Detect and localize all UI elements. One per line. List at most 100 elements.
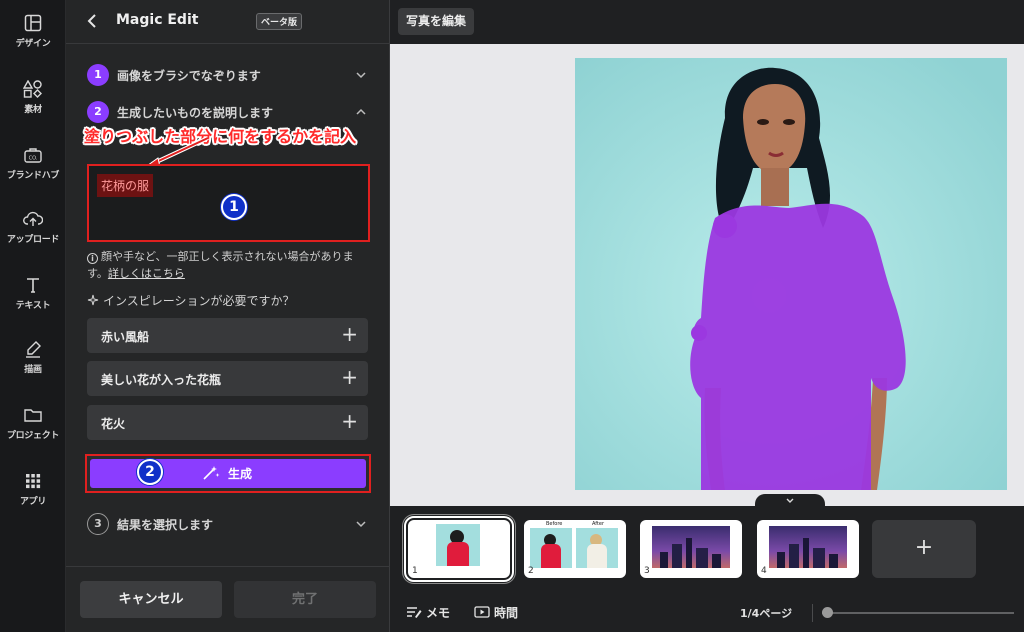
add-page-button[interactable]: +	[872, 520, 976, 578]
inspiration-text: インスピレーションが必要ですか？	[103, 294, 295, 308]
zoom-slider-handle[interactable]	[822, 607, 833, 618]
side-rail: デザイン 素材 CO. ブランドハブ アップロード テキスト 描画 プロジェクト	[0, 0, 66, 632]
page-thumb[interactable]: 3	[640, 520, 742, 578]
apps-icon	[26, 474, 41, 489]
thumb-after-image	[576, 528, 618, 568]
rail-item-design[interactable]: デザイン	[0, 14, 66, 64]
panel-title: Magic Edit	[116, 12, 199, 28]
suggestion-label: 美しい花が入った花瓶	[101, 373, 222, 387]
editor-footer: メモ 時間 1/4ページ	[390, 592, 1024, 632]
layout-icon	[24, 14, 42, 32]
brand-icon: CO.	[24, 148, 42, 163]
edit-photo-button[interactable]: 写真を編集	[398, 8, 475, 35]
zoom-slider[interactable]	[822, 612, 1014, 614]
chevron-down-icon	[786, 498, 794, 503]
chevron-up-icon	[356, 108, 366, 115]
suggestion-label: 花火	[101, 417, 126, 431]
notes-label: メモ	[426, 606, 451, 620]
notice-text: i 顔や手など、一部正しく表示されない場合がありま す。詳しくはこちら	[87, 248, 370, 282]
page-thumb[interactable]: Before After 2	[524, 520, 626, 578]
cancel-button[interactable]: キャンセル	[80, 581, 222, 618]
elements-icon	[23, 80, 42, 98]
plus-icon: +	[341, 365, 358, 389]
step-number: 3	[87, 513, 109, 535]
thumb-city-image	[769, 526, 847, 568]
panel-footer: キャンセル 完了	[66, 566, 390, 632]
generate-button[interactable]: 生成	[90, 459, 366, 488]
editor-toolbar: 写真を編集	[390, 0, 1024, 44]
notice-line: 顔や手など、一部正しく表示されない場合がありま	[101, 250, 354, 263]
rail-label: アップロード	[6, 235, 60, 245]
page-thumb[interactable]: 1	[404, 516, 514, 582]
model-photo	[575, 58, 1007, 490]
suggestion-label: 赤い風船	[101, 330, 150, 344]
done-button[interactable]: 完了	[234, 581, 376, 618]
step-1[interactable]: 1 画像をブラシでなぞります	[87, 63, 368, 89]
page-number: 3	[644, 566, 650, 576]
design-canvas[interactable]	[390, 44, 1024, 506]
magic-wand-icon	[203, 466, 220, 480]
notes-button[interactable]: メモ	[406, 604, 450, 621]
prompt-text: 花柄の服	[97, 174, 154, 197]
rail-item-draw[interactable]: 描画	[0, 340, 66, 390]
svg-text:CO.: CO.	[29, 156, 38, 162]
suggestion-item[interactable]: 赤い風船 +	[87, 318, 368, 353]
text-icon	[27, 278, 39, 293]
rail-item-text[interactable]: テキスト	[0, 276, 66, 326]
page-number: 2	[528, 566, 534, 576]
step-number: 2	[87, 101, 109, 123]
step-badge-1: 1	[221, 194, 247, 220]
folder-icon	[24, 409, 42, 422]
thumb-city-image	[652, 526, 730, 568]
suggestion-item[interactable]: 花火 +	[87, 405, 368, 440]
rail-item-apps[interactable]: アプリ	[0, 472, 66, 522]
draw-icon	[26, 341, 41, 358]
back-arrow-icon[interactable]	[82, 10, 104, 32]
page-strip: 1 Before After 2 3 4 +	[390, 506, 1024, 592]
plus-icon: +	[341, 409, 358, 433]
page-number: 4	[761, 566, 767, 576]
rail-item-projects[interactable]: プロジェクト	[0, 406, 66, 456]
after-label: After	[592, 521, 605, 527]
page-number: 1	[412, 566, 418, 576]
rail-item-elements[interactable]: 素材	[0, 80, 66, 130]
play-icon	[474, 606, 490, 618]
plus-icon: +	[341, 322, 358, 346]
chevron-down-icon	[356, 72, 366, 79]
rail-item-brand-hub[interactable]: CO. ブランドハブ	[0, 146, 66, 196]
panel-header: Magic Edit ベータ版	[66, 0, 390, 44]
notes-icon	[407, 607, 422, 618]
photo-image[interactable]	[575, 58, 1007, 490]
chevron-down-icon	[356, 521, 366, 528]
suggestion-item[interactable]: 美しい花が入った花瓶 +	[87, 361, 368, 396]
step-label: 生成したいものを説明します	[117, 106, 274, 120]
generate-label: 生成	[228, 467, 253, 481]
info-icon: i	[87, 253, 98, 264]
rail-item-upload[interactable]: アップロード	[0, 210, 66, 260]
page-thumb[interactable]: 4	[757, 520, 859, 578]
rail-label: 描画	[24, 365, 42, 375]
rail-label: デザイン	[15, 39, 51, 49]
thumb-before-image	[530, 528, 572, 568]
generate-highlight: 生成	[85, 454, 371, 493]
notice-line-2: す。	[87, 267, 108, 280]
rail-label: ブランドハブ	[6, 171, 60, 181]
rail-label: アプリ	[19, 497, 47, 507]
before-label: Before	[546, 521, 563, 527]
learn-more-link[interactable]: 詳しくはこちら	[108, 267, 185, 280]
step-3[interactable]: 3 結果を選択します	[87, 512, 368, 538]
step-number: 1	[87, 64, 109, 86]
step-label: 画像をブラシでなぞります	[117, 69, 261, 83]
divider	[812, 604, 813, 622]
step-badge-2: 2	[137, 459, 163, 485]
rail-label: 素材	[24, 105, 42, 115]
thumb-image	[436, 524, 480, 566]
rail-label: プロジェクト	[6, 431, 60, 441]
sparkle-icon	[87, 294, 99, 306]
rail-label: テキスト	[15, 301, 51, 311]
page-count: 1/4ページ	[740, 607, 793, 620]
upload-icon	[23, 211, 43, 226]
step-label: 結果を選択します	[117, 518, 214, 532]
timer-button[interactable]: 時間	[474, 604, 518, 621]
timer-label: 時間	[494, 606, 519, 620]
